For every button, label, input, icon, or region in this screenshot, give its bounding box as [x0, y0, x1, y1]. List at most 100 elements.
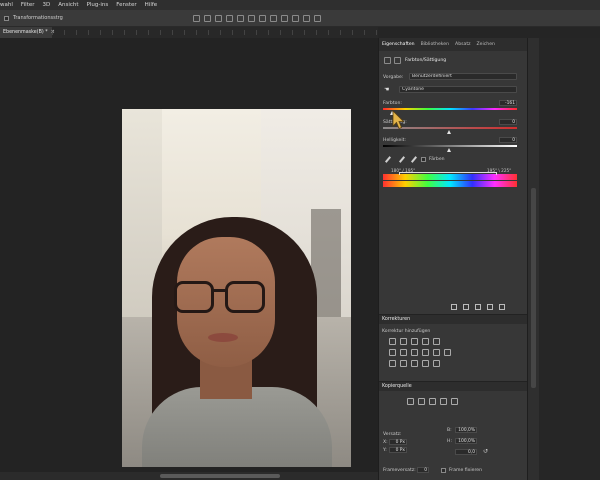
hand-icon[interactable]: ☚ — [384, 86, 389, 93]
visibility-eye-icon[interactable] — [487, 304, 493, 310]
horizontal-scrollbar[interactable] — [0, 472, 378, 480]
posterize-icon[interactable] — [400, 360, 407, 367]
y-label: Y: — [383, 448, 387, 453]
height-label: H: — [447, 439, 453, 444]
glasses-lens — [174, 281, 214, 313]
range-dropdown[interactable]: Cyantöne — [399, 86, 517, 93]
eyedropper-plus-icon[interactable] — [399, 156, 405, 163]
gradient-map-icon[interactable] — [422, 360, 429, 367]
menu-item-ansicht[interactable]: Ansicht — [58, 2, 78, 8]
rotation-field[interactable]: 0,0 — [455, 449, 477, 455]
align-bottom-icon[interactable] — [247, 14, 255, 22]
tab-eigenschaften[interactable]: Eigenschaften — [382, 42, 415, 47]
lightness-slider[interactable] — [383, 145, 517, 147]
tab-zeichen[interactable]: Zeichen — [477, 42, 495, 47]
hue-value[interactable]: -161 — [499, 100, 517, 106]
lightness-slider-knob[interactable] — [447, 148, 451, 152]
tab-absatz[interactable]: Absatz — [455, 42, 470, 47]
glasses-bridge — [212, 289, 227, 292]
menu-item-filter[interactable]: Filter — [21, 2, 35, 8]
orbit-icon[interactable] — [280, 14, 288, 22]
distribute-icon[interactable] — [258, 14, 266, 22]
menu-item-auswahl[interactable]: wahl — [0, 2, 13, 8]
align-top-icon[interactable] — [225, 14, 233, 22]
hue-saturation-icon[interactable] — [389, 349, 396, 356]
layer-type-label: Farbton/Sättigung — [405, 58, 447, 63]
frame-offset-field[interactable]: 0 — [417, 467, 429, 473]
sweater — [142, 387, 332, 467]
panel-scrollbar[interactable] — [527, 38, 539, 480]
align-middle-icon[interactable] — [236, 14, 244, 22]
range-bracket[interactable] — [399, 172, 497, 175]
colorize-checkbox[interactable] — [421, 157, 426, 162]
menu-item-fenster[interactable]: Fenster — [116, 2, 136, 8]
eyedropper-minus-icon[interactable] — [411, 156, 417, 163]
options-bar: Transformationsstrg — [0, 10, 600, 27]
invert-icon[interactable] — [389, 360, 396, 367]
preset-dropdown[interactable]: Benutzerdefiniert — [409, 73, 517, 80]
align-center-icon[interactable] — [203, 14, 211, 22]
clone-source-4-icon[interactable] — [440, 398, 447, 405]
clone-source-3-icon[interactable] — [429, 398, 436, 405]
view-previous-icon[interactable] — [463, 304, 469, 310]
levels-icon[interactable] — [400, 338, 407, 345]
reset-icon[interactable] — [475, 304, 481, 310]
reset-transform-icon[interactable]: ↺ — [483, 448, 488, 455]
portrait-photo[interactable] — [122, 109, 351, 467]
slide-3d-icon[interactable] — [302, 14, 310, 22]
lock-frame-checkbox[interactable] — [441, 468, 446, 473]
menu-item-plugins[interactable]: Plug-ins — [87, 2, 109, 8]
exposure-icon[interactable] — [422, 338, 429, 345]
tab-bibliotheken[interactable]: Bibliotheken — [421, 42, 449, 47]
width-scale-field[interactable]: 100,0% — [455, 427, 477, 433]
saturation-slider-knob[interactable] — [447, 130, 451, 134]
document-tab[interactable]: Ebenenmaske(B) * × — [0, 27, 55, 38]
3d-mode-icon[interactable] — [269, 14, 277, 22]
brightness-contrast-icon[interactable] — [389, 338, 396, 345]
photo-filter-icon[interactable] — [422, 349, 429, 356]
eyedropper-icon[interactable] — [385, 156, 391, 163]
properties-footer-icons — [451, 304, 505, 310]
x-offset-field[interactable]: 0 Px — [389, 439, 407, 445]
clone-source-1-icon[interactable] — [407, 398, 414, 405]
curves-icon[interactable] — [411, 338, 418, 345]
clone-source-panel-header[interactable]: Kopierquelle — [379, 381, 528, 391]
lightness-label: Helligkeit: — [383, 138, 406, 143]
clone-source-5-icon[interactable] — [451, 398, 458, 405]
clone-source-icons — [407, 398, 458, 405]
saturation-value[interactable]: 0 — [499, 119, 517, 125]
transform-controls-checkbox[interactable] — [4, 15, 9, 21]
scrollbar-thumb[interactable] — [160, 474, 280, 478]
black-white-icon[interactable] — [411, 349, 418, 356]
align-left-icon[interactable] — [192, 14, 200, 22]
canvas-area[interactable] — [0, 38, 378, 472]
menu-item-hilfe[interactable]: Hilfe — [145, 2, 158, 8]
adjustments-panel-header[interactable]: Korrekturen — [379, 314, 528, 324]
y-offset-field[interactable]: 0 Px — [389, 447, 407, 453]
menu-bar: wahl Filter 3D Ansicht Plug-ins Fenster … — [0, 0, 600, 10]
adjustment-icons-row-2 — [389, 349, 451, 356]
clone-source-2-icon[interactable] — [418, 398, 425, 405]
color-balance-icon[interactable] — [400, 349, 407, 356]
scale-3d-icon[interactable] — [313, 14, 321, 22]
color-lookup-icon[interactable] — [444, 349, 451, 356]
channel-mixer-icon[interactable] — [433, 349, 440, 356]
align-right-icon[interactable] — [214, 14, 222, 22]
menu-item-3d[interactable]: 3D — [43, 2, 51, 8]
x-label: X: — [383, 440, 388, 445]
preset-label: Vorgabe: — [383, 75, 404, 80]
offset-label: Versatz: — [383, 432, 402, 437]
height-scale-field[interactable]: 100,0% — [455, 438, 477, 444]
horizontal-ruler — [52, 30, 378, 35]
mask-icon[interactable] — [394, 57, 401, 64]
selective-color-icon[interactable] — [433, 360, 440, 367]
pan-3d-icon[interactable] — [291, 14, 299, 22]
vibrance-icon[interactable] — [433, 338, 440, 345]
clip-to-layer-icon[interactable] — [451, 304, 457, 310]
panel-scrollbar-thumb[interactable] — [531, 188, 536, 388]
adjustments-panel-title: Korrekturen — [382, 317, 411, 322]
lightness-value[interactable]: 0 — [499, 137, 517, 143]
trash-icon[interactable] — [499, 304, 505, 310]
threshold-icon[interactable] — [411, 360, 418, 367]
output-spectrum-bar — [383, 181, 517, 187]
